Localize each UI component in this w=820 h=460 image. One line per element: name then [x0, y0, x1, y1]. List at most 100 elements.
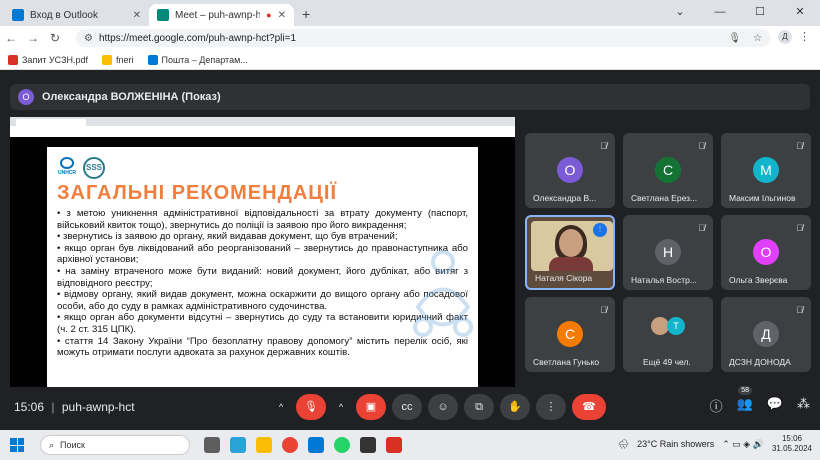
camera-off-button[interactable]: ▣ [356, 394, 386, 420]
site-info-icon[interactable]: ⚙ [84, 33, 93, 44]
weather-icon: 🌧 [617, 438, 630, 449]
more-options-button[interactable]: ⋮ [536, 394, 566, 420]
window-close-icon[interactable]: ✕ [780, 0, 820, 24]
avatar: Т [667, 317, 685, 335]
minimize-icon[interactable]: — [700, 0, 740, 24]
profile-avatar[interactable]: Д [778, 30, 792, 44]
participant-tile[interactable]: 🎙̸ Н Наталья Востр... [623, 215, 713, 290]
file-explorer-icon[interactable] [256, 437, 272, 453]
bookmark-star-icon[interactable]: ☆ [753, 33, 762, 44]
participant-tile[interactable]: 🎙̸ С Светлана Ерез... [623, 133, 713, 208]
slide-bullets: • з метою уникнення адміністративної від… [57, 208, 468, 359]
outlook-icon [12, 9, 24, 21]
participant-tile[interactable]: 🎙̸ О Ольга Зверєва [721, 215, 811, 290]
mic-off-icon: 🎙̸ [600, 305, 607, 315]
shared-tab [16, 119, 86, 126]
participant-tile[interactable]: 🎙̸ О Олександра В... [525, 133, 615, 208]
slide-title: ЗАГАЛЬНІ РЕКОМЕНДАЦІЇ [57, 182, 337, 204]
avatar: О [18, 89, 34, 105]
info-icon[interactable]: ⓘ [710, 396, 723, 415]
avatar: О [557, 157, 583, 183]
list-item: • стаття 14 Закону України “Про безоплат… [57, 335, 468, 359]
meeting-time: 15:06 [14, 400, 45, 414]
mic-off-icon: 🎙̸ [796, 305, 803, 315]
presenter-label: Олександра ВОЛЖЕНІНА (Показ) [42, 91, 221, 103]
mic-off-icon: 🎙̸ [698, 223, 705, 233]
forward-icon[interactable]: → [22, 31, 44, 45]
list-item: • відмову органу, який видав документ, м… [57, 289, 468, 312]
meeting-code: puh-awnp-hct [61, 400, 135, 414]
present-button[interactable]: ⧉ [464, 394, 494, 420]
call-controls: ^ 🎙 ^ ▣ cc ☺ ⧉ ✋ ⋮ ☎ [272, 394, 606, 420]
participant-tile[interactable]: 🎙̸ М Максим Ільгинов [721, 133, 811, 208]
bookmarks-bar: Запит УСЗН.pdf fneri Пошта – Департам... [0, 50, 820, 70]
leave-call-button[interactable]: ☎ [572, 394, 606, 420]
url-field[interactable]: ⚙ https://meet.google.com/puh-awnp-hct?p… [76, 29, 770, 47]
tray-icons[interactable]: ⌃ ▭ ◈ 🔊 [722, 439, 764, 450]
clock[interactable]: 15:06 31.05.2024 [772, 434, 812, 454]
reload-icon[interactable]: ↻ [44, 31, 66, 45]
meet-icon [157, 9, 169, 21]
mail-icon[interactable] [308, 437, 324, 453]
participants-count-badge: 58 [738, 386, 752, 395]
video-options-icon[interactable]: ^ [332, 394, 350, 420]
back-icon[interactable]: ← [0, 31, 22, 45]
weather-text: 23°C Rain showers [637, 439, 715, 449]
window-controls: ⌄ — ☐ ✕ [660, 0, 820, 24]
right-controls: ⓘ 👥 💬 ⁂ [710, 396, 810, 415]
maximize-icon[interactable]: ☐ [740, 0, 780, 24]
tab-outlook[interactable]: Вход в Outlook ✕ [4, 4, 149, 26]
presentation-slide: UNHCR SSS ЗАГАЛЬНІ РЕКОМЕНДАЦІЇ • з мето… [47, 147, 478, 387]
address-bar-row: ← → ↻ ⚙ https://meet.google.com/puh-awnp… [0, 26, 820, 50]
mic-off-icon: 🎙̸ [796, 141, 803, 151]
meet-bottom-bar: 15:06 | puh-awnp-hct ^ 🎙 ^ ▣ cc ☺ ⧉ ✋ ⋮ … [0, 386, 820, 430]
mic-icon[interactable]: 🎙 [728, 33, 741, 44]
list-item: • якщо орган був ліквідований або реорга… [57, 242, 468, 266]
activities-icon[interactable]: ⁂ [797, 396, 810, 415]
whatsapp-icon[interactable] [334, 437, 350, 453]
list-item: • звернутись із заявою до органу, який в… [57, 231, 398, 243]
others-count: Ещё 49 чел. [643, 357, 691, 367]
tab-meet[interactable]: Meet – puh-awnp-hct ● ✕ [149, 4, 294, 26]
others-tile[interactable]: Т Ещё 49 чел. [623, 297, 713, 372]
close-icon[interactable]: ✕ [133, 10, 141, 21]
participant-name: Ольга Зверєва [729, 275, 788, 285]
list-item: • на заміну втраченого може бути виданий… [57, 265, 468, 289]
bookmark-item[interactable]: Запит УСЗН.pdf [8, 54, 88, 65]
new-tab-button[interactable]: + [302, 6, 310, 22]
shared-browser-tabs [10, 117, 515, 126]
task-view-icon[interactable] [204, 437, 220, 453]
browser-menu-icon[interactable]: ⋮ [799, 30, 810, 43]
sss-logo: SSS [83, 157, 105, 179]
search-icon: ⌕ [49, 439, 55, 450]
audio-options-icon[interactable]: ^ [272, 394, 290, 420]
taskbar: ⌕ Поиск 🌧 23°C Rain showers ⌃ ▭ ◈ 🔊 15:0… [0, 430, 820, 460]
pdf-icon [8, 54, 18, 65]
telegram-icon[interactable] [230, 437, 246, 453]
close-icon[interactable]: ✕ [278, 10, 286, 21]
chat-icon[interactable]: 💬 [767, 396, 783, 415]
bookmark-item[interactable]: fneri [102, 54, 134, 65]
speaking-indicator-icon: ⋮ [593, 223, 607, 237]
captions-button[interactable]: cc [392, 394, 422, 420]
app-icon[interactable] [360, 437, 376, 453]
bookmark-item[interactable]: Пошта – Департам... [147, 54, 248, 65]
url-text: https://meet.google.com/puh-awnp-hct?pli… [98, 32, 297, 44]
participant-tile[interactable]: 🎙̸ С Светлана Гунько [525, 297, 615, 372]
tab-search-icon[interactable]: ⌄ [660, 0, 700, 24]
shared-address-bar [10, 126, 515, 137]
chrome-icon[interactable] [282, 437, 298, 453]
system-tray: 🌧 23°C Rain showers ⌃ ▭ ◈ 🔊 15:06 31.05.… [618, 434, 812, 454]
raise-hand-button[interactable]: ✋ [500, 394, 530, 420]
pdf-app-icon[interactable] [386, 437, 402, 453]
windows-start-icon[interactable] [10, 438, 24, 452]
participant-tile-speaking[interactable]: ⋮ Наталя Сікора [525, 215, 615, 290]
participant-tile[interactable]: 🎙̸ Д ДСЗН ДОНОДА [721, 297, 811, 372]
list-item: • з метою уникнення адміністративної від… [57, 208, 468, 231]
mic-off-button[interactable]: 🎙 [296, 394, 326, 420]
search-input[interactable]: ⌕ Поиск [40, 435, 190, 455]
tab-title: Meet – puh-awnp-hct [175, 9, 261, 21]
unhcr-logo: UNHCR [57, 157, 77, 179]
emoji-button[interactable]: ☺ [428, 394, 458, 420]
people-icon[interactable]: 👥 [737, 396, 753, 415]
